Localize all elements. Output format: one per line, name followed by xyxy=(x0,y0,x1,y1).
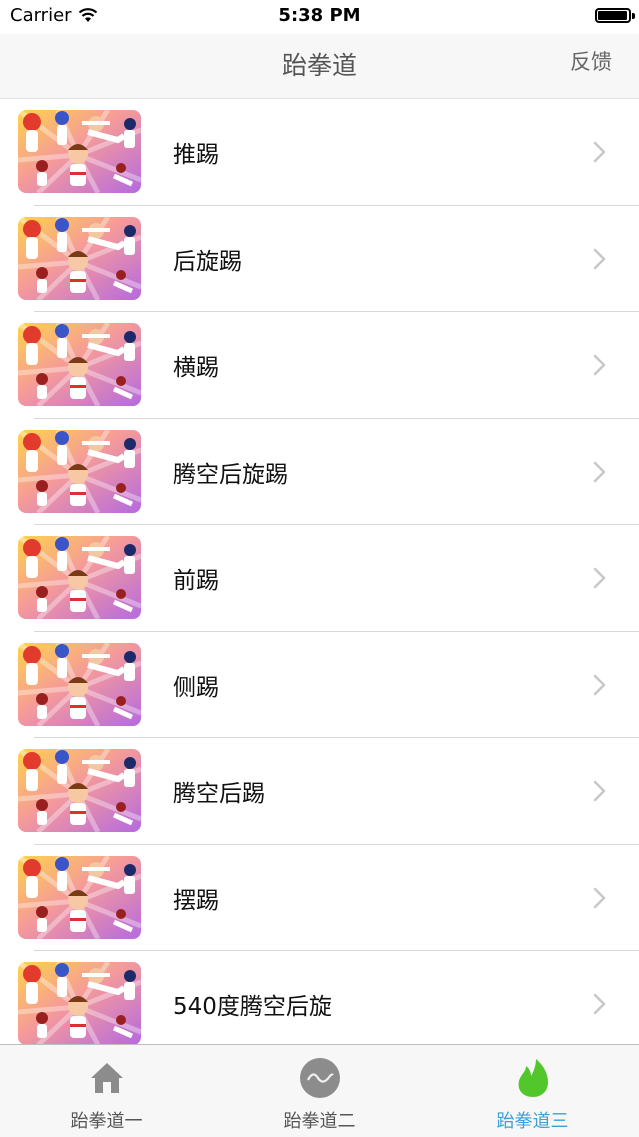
chevron-right-icon xyxy=(591,674,609,696)
list-item-label: 后旋踢 xyxy=(173,248,242,275)
taekwondo-thumbnail-icon xyxy=(18,749,141,832)
taekwondo-thumbnail-icon xyxy=(18,323,141,406)
tab-bar: 跆拳道一 跆拳道二 跆拳道三 xyxy=(0,1044,639,1137)
chevron-right-icon xyxy=(591,141,609,163)
chevron-right-icon xyxy=(591,887,609,909)
wave-circle-icon xyxy=(299,1057,341,1099)
list-item-label: 侧踢 xyxy=(173,674,219,701)
list-item[interactable]: 侧踢 xyxy=(0,632,639,739)
list-item-label: 横踢 xyxy=(173,355,219,381)
navigation-bar: 跆拳道 反馈 xyxy=(0,34,639,99)
list-item[interactable]: 540度腾空后旋 xyxy=(0,951,639,1044)
list-item-label: 540度腾空后旋 xyxy=(173,994,332,1020)
page-title: 跆拳道 xyxy=(281,51,357,80)
list-item[interactable]: 推踢 xyxy=(0,99,639,206)
list-item[interactable]: 摆踢 xyxy=(0,845,639,952)
list-item[interactable]: 横踢 xyxy=(0,312,639,419)
taekwondo-thumbnail-icon xyxy=(18,536,141,619)
list-item-label: 推踢 xyxy=(173,142,219,168)
tab-label: 跆拳道三 xyxy=(496,1111,569,1132)
list-item[interactable]: 腾空后旋踢 xyxy=(0,419,639,526)
list-item[interactable]: 腾空后踢 xyxy=(0,738,639,845)
list-item-label: 腾空后踢 xyxy=(173,781,265,807)
taekwondo-thumbnail-icon xyxy=(18,110,141,193)
status-bar: Carrier 5:38 PM xyxy=(0,0,639,34)
tab-taekwondo-one[interactable]: 跆拳道一 xyxy=(0,1045,213,1137)
taekwondo-thumbnail-icon xyxy=(18,429,141,513)
tab-label: 跆拳道一 xyxy=(70,1111,143,1132)
chevron-right-icon xyxy=(591,780,609,802)
list-item-label: 腾空后旋踢 xyxy=(173,461,288,488)
list-item[interactable]: 前踢 xyxy=(0,525,639,632)
feedback-button[interactable]: 反馈 xyxy=(570,46,612,76)
taekwondo-thumbnail-icon xyxy=(18,855,141,939)
taekwondo-thumbnail-icon xyxy=(18,962,141,1044)
flame-icon xyxy=(512,1057,554,1099)
tab-taekwondo-three[interactable]: 跆拳道三 xyxy=(426,1045,639,1137)
tab-taekwondo-two[interactable]: 跆拳道二 xyxy=(213,1045,426,1137)
chevron-right-icon xyxy=(591,567,609,589)
chevron-right-icon xyxy=(591,354,609,376)
battery-icon xyxy=(595,8,635,23)
chevron-right-icon xyxy=(591,248,609,270)
chevron-right-icon xyxy=(591,461,609,483)
list-item-label: 摆踢 xyxy=(173,887,219,914)
home-icon xyxy=(86,1057,128,1099)
tab-label: 跆拳道二 xyxy=(283,1111,356,1132)
list-item[interactable]: 后旋踢 xyxy=(0,206,639,313)
taekwondo-thumbnail-icon xyxy=(18,642,141,726)
chevron-right-icon xyxy=(591,993,609,1015)
taekwondo-thumbnail-icon xyxy=(18,216,141,300)
technique-list: 推踢 后旋踢 横踢 腾空后旋踢 前踢 侧踢 腾空后踢 摆踢 540度腾空后旋 xyxy=(0,99,639,1044)
list-item-label: 前踢 xyxy=(173,568,219,594)
status-time: 5:38 PM xyxy=(278,5,361,26)
